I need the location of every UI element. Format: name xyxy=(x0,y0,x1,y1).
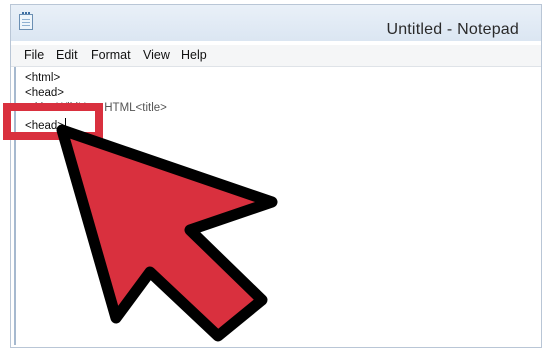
arrow-pointer-icon xyxy=(56,124,278,342)
